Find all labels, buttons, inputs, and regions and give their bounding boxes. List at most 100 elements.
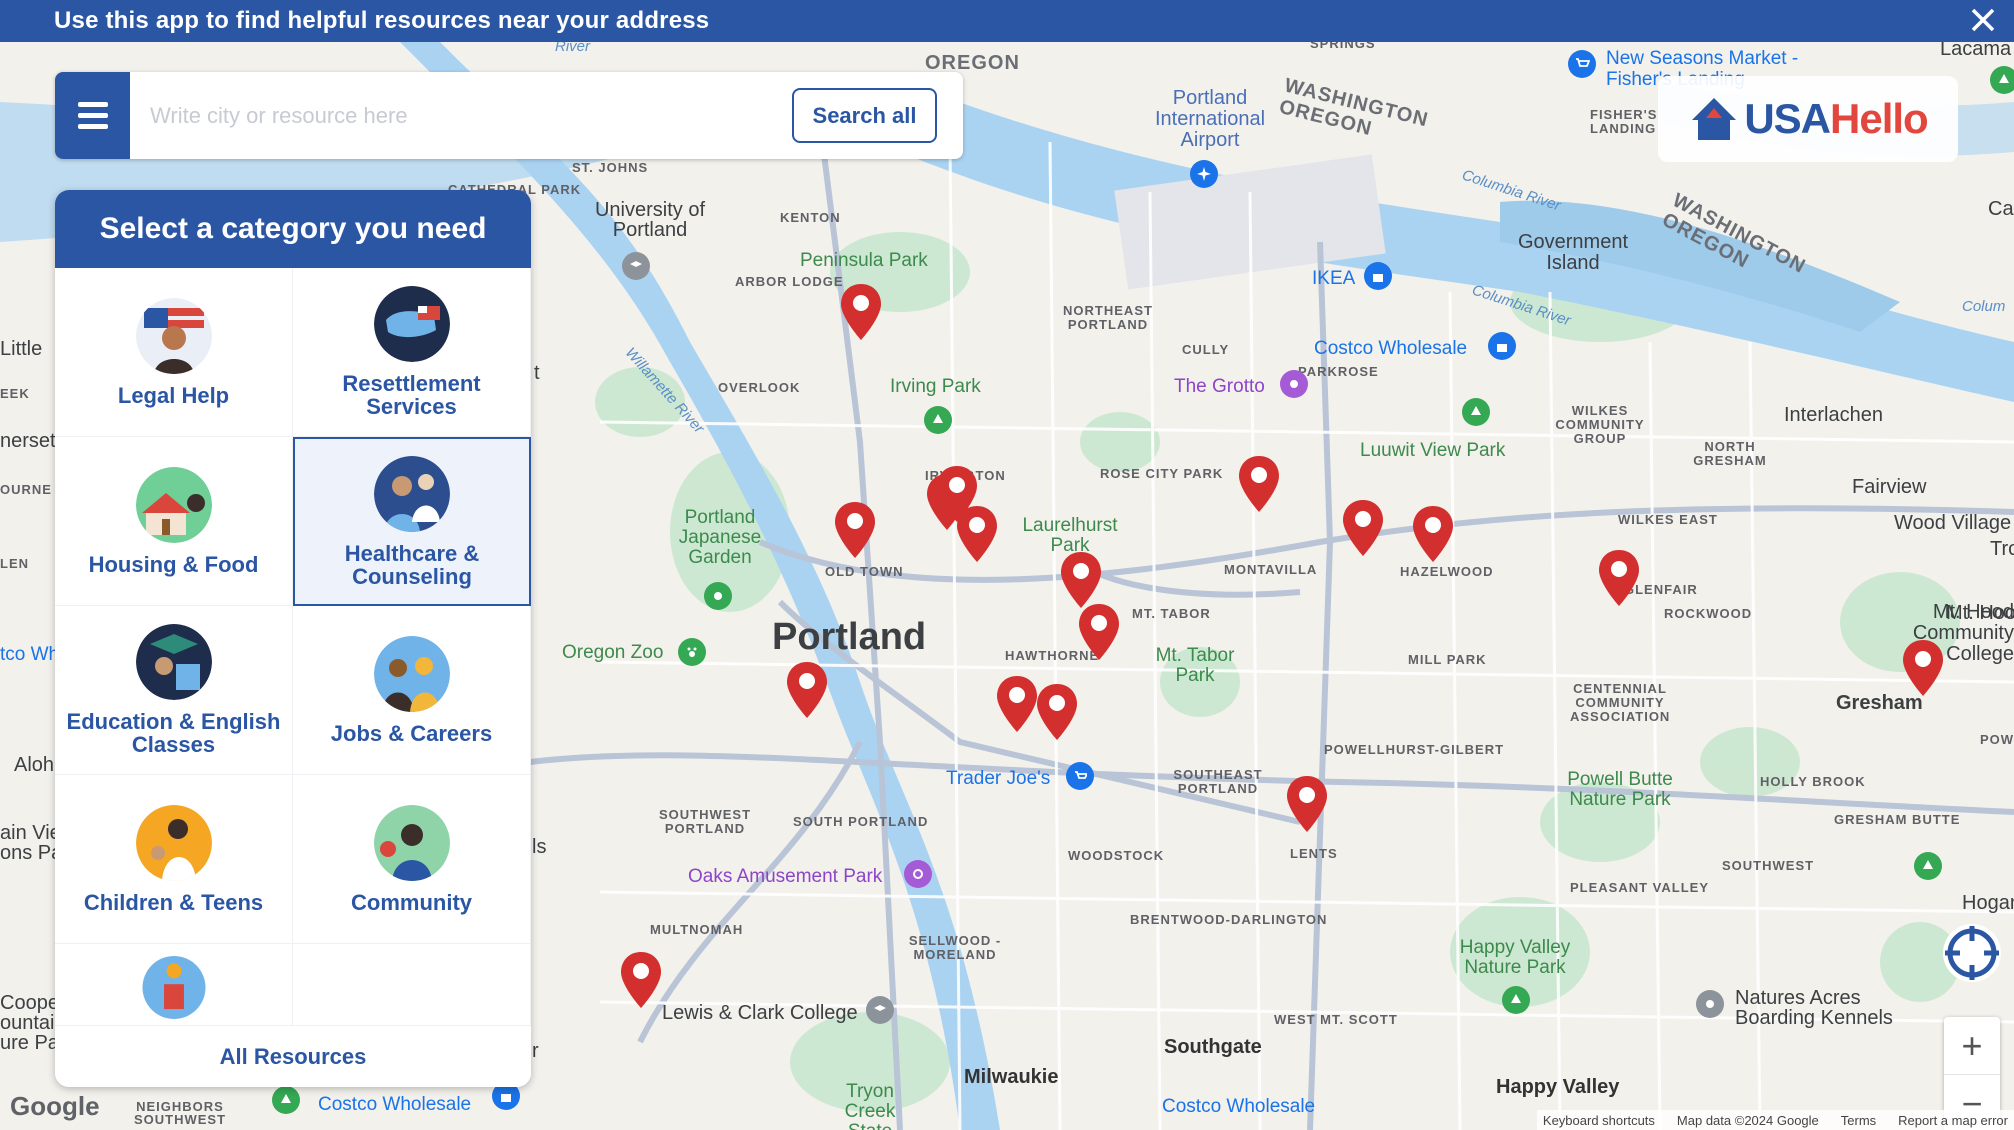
map-label-natures-acres: Natures Acres Boarding Kennels <box>1735 987 1893 1029</box>
map-data-text: Map data ©2024 Google <box>1676 1112 1819 1128</box>
map-label-hogan: Hogan <box>1962 892 2014 914</box>
map-label-ure-pa: ure Pa <box>0 1032 59 1054</box>
map-label-overlook: OVERLOOK <box>718 380 801 395</box>
map-label-neighbors-sw: NEIGHBORS SOUTHWEST <box>133 1099 227 1127</box>
category-label: Resettlement Services <box>342 371 481 419</box>
grocery-cart-icon[interactable] <box>1066 762 1094 790</box>
all-resources-button[interactable]: All Resources <box>55 1025 531 1087</box>
kennel-icon[interactable] <box>1696 990 1724 1018</box>
category-legal-help[interactable]: Legal Help <box>55 268 293 437</box>
map-label-powellhurst: POWELLHURST-GILBERT <box>1324 742 1505 757</box>
school-icon[interactable] <box>622 252 650 280</box>
park-tree-icon-2[interactable] <box>1462 398 1490 426</box>
category-label: Education & English Classes <box>66 709 281 757</box>
category-healthcare-counseling[interactable]: Healthcare & Counseling <box>293 437 531 606</box>
map-pin[interactable] <box>838 282 884 344</box>
category-community[interactable]: Community <box>293 775 531 944</box>
map-label-wilkes-community: WILKES COMMUNITY GROUP <box>1555 403 1645 446</box>
map-label-rockwood: ROCKWOOD <box>1664 606 1753 621</box>
map-pin[interactable] <box>1900 638 1946 700</box>
zoo-paw-icon[interactable] <box>678 638 706 666</box>
category-more[interactable] <box>55 944 293 1030</box>
map-label-ourne: OURNE <box>0 482 52 497</box>
map-label-peninsula-park: Peninsula Park <box>800 250 928 271</box>
map-label-len: LEN <box>0 556 29 571</box>
map-pin[interactable] <box>1076 602 1122 664</box>
map-label-costco-sw: Costco Wholesale <box>318 1094 472 1115</box>
park-tree-icon-3[interactable] <box>1502 986 1530 1014</box>
category-panel: Select a category you need Legal Help Re… <box>55 190 531 1087</box>
category-jobs-careers[interactable]: Jobs & Careers <box>293 606 531 775</box>
map-pin[interactable] <box>618 950 664 1012</box>
map-label-irving-park: Irving Park <box>890 376 981 397</box>
search-all-button[interactable]: Search all <box>792 88 937 143</box>
house-logo-icon <box>1692 98 1737 140</box>
map-label-ons-pa: ons Pa <box>0 842 63 864</box>
map-label-old-town: OLD TOWN <box>825 564 904 579</box>
garden-icon[interactable] <box>704 582 732 610</box>
map-label-sellwood: SELLWOOD - MORELAND <box>908 933 1002 962</box>
hamburger-icon <box>77 102 108 107</box>
brand-name: USAHello <box>1744 95 1928 142</box>
shopping-bag-icon[interactable] <box>1364 262 1392 290</box>
shopping-bag-icon-2[interactable] <box>1488 332 1516 360</box>
map-label-happy-valley-np: Happy Valley Nature Park <box>1459 937 1571 978</box>
map-label-arbor-lodge: ARBOR LODGE <box>735 274 844 289</box>
locate-me-button[interactable] <box>1943 924 2001 982</box>
map-label-lents: LENTS <box>1290 846 1338 861</box>
map-label-south-portland: SOUTH PORTLAND <box>793 814 929 829</box>
map-label-lewis-clark: Lewis & Clark College <box>662 1002 858 1024</box>
category-resettlement-services[interactable]: Resettlement Services <box>293 268 531 437</box>
map-pin[interactable] <box>1596 548 1642 610</box>
crosshair-icon <box>1945 926 1999 980</box>
college-icon[interactable] <box>866 996 894 1024</box>
map-label-multnomah: MULTNOMAH <box>650 922 744 937</box>
map-pin[interactable] <box>1034 682 1080 744</box>
shopping-cart-icon[interactable] <box>1568 50 1596 78</box>
park-tree-icon-4[interactable] <box>1914 852 1942 880</box>
category-children-teens[interactable]: Children & Teens <box>55 775 293 944</box>
park-tree-icon-5[interactable] <box>1990 66 2014 94</box>
map-pin[interactable] <box>1236 454 1282 516</box>
map-label-lacama: Lacama <box>1940 42 2012 60</box>
report-map-error-link[interactable]: Report a map error <box>1898 1113 2008 1128</box>
map-label-st-johns: ST. JOHNS <box>572 160 649 175</box>
map-label-trader-joes: Trader Joe's <box>946 768 1051 789</box>
keyboard-shortcuts-link[interactable]: Keyboard shortcuts <box>1543 1113 1655 1128</box>
category-housing-food[interactable]: Housing & Food <box>55 437 293 606</box>
map-pin[interactable] <box>832 500 878 562</box>
airport-icon[interactable] <box>1190 160 1218 188</box>
menu-button[interactable] <box>55 72 130 159</box>
map-label-pow: POW <box>1980 732 2014 747</box>
category-education-english[interactable]: Education & English Classes <box>55 606 293 775</box>
map-label-costco-south: Costco Wholesale <box>1162 1096 1316 1117</box>
category-label: Housing & Food <box>88 551 259 577</box>
usahello-logo[interactable]: USAHello <box>1658 76 1958 162</box>
search-input[interactable] <box>130 85 792 146</box>
map-label-happy-valley: Happy Valley <box>1496 1076 1620 1098</box>
map-pin[interactable] <box>1284 774 1330 836</box>
park-tree-icon[interactable] <box>924 406 952 434</box>
zoom-in-button[interactable]: + <box>1944 1017 2000 1075</box>
map-pin[interactable] <box>784 660 830 722</box>
terms-link[interactable]: Terms <box>1841 1113 1876 1128</box>
park-tree-icon-6[interactable] <box>272 1086 300 1114</box>
amusement-icon[interactable] <box>904 860 932 888</box>
map-label-mt-tabor-park: Mt. Tabor Park <box>1155 645 1235 686</box>
map-label-interlachen: Interlachen <box>1784 404 1883 426</box>
map-label-wood-village: Wood Village <box>1894 512 2012 534</box>
map-pin[interactable] <box>1340 498 1386 560</box>
map-label-aloh: Aloh <box>14 754 55 776</box>
map-label-southgate: Southgate <box>1164 1036 1262 1058</box>
close-icon[interactable] <box>1966 3 2000 37</box>
map-pin[interactable] <box>1410 504 1456 566</box>
map-label-ca: Ca <box>1988 198 2014 220</box>
map-label-colum: Colum <box>1962 298 2006 315</box>
map-footer: Keyboard shortcuts Map data ©2024 Google… <box>1536 1110 2014 1130</box>
map-label-kenton: KENTON <box>780 210 841 225</box>
map-label-cully: CULLY <box>1182 342 1230 357</box>
map-label-holly-brook: HOLLY BROOK <box>1760 774 1866 789</box>
map-pin[interactable] <box>954 504 1000 566</box>
search-bar: Search all <box>55 72 963 159</box>
attraction-icon[interactable] <box>1280 370 1308 398</box>
